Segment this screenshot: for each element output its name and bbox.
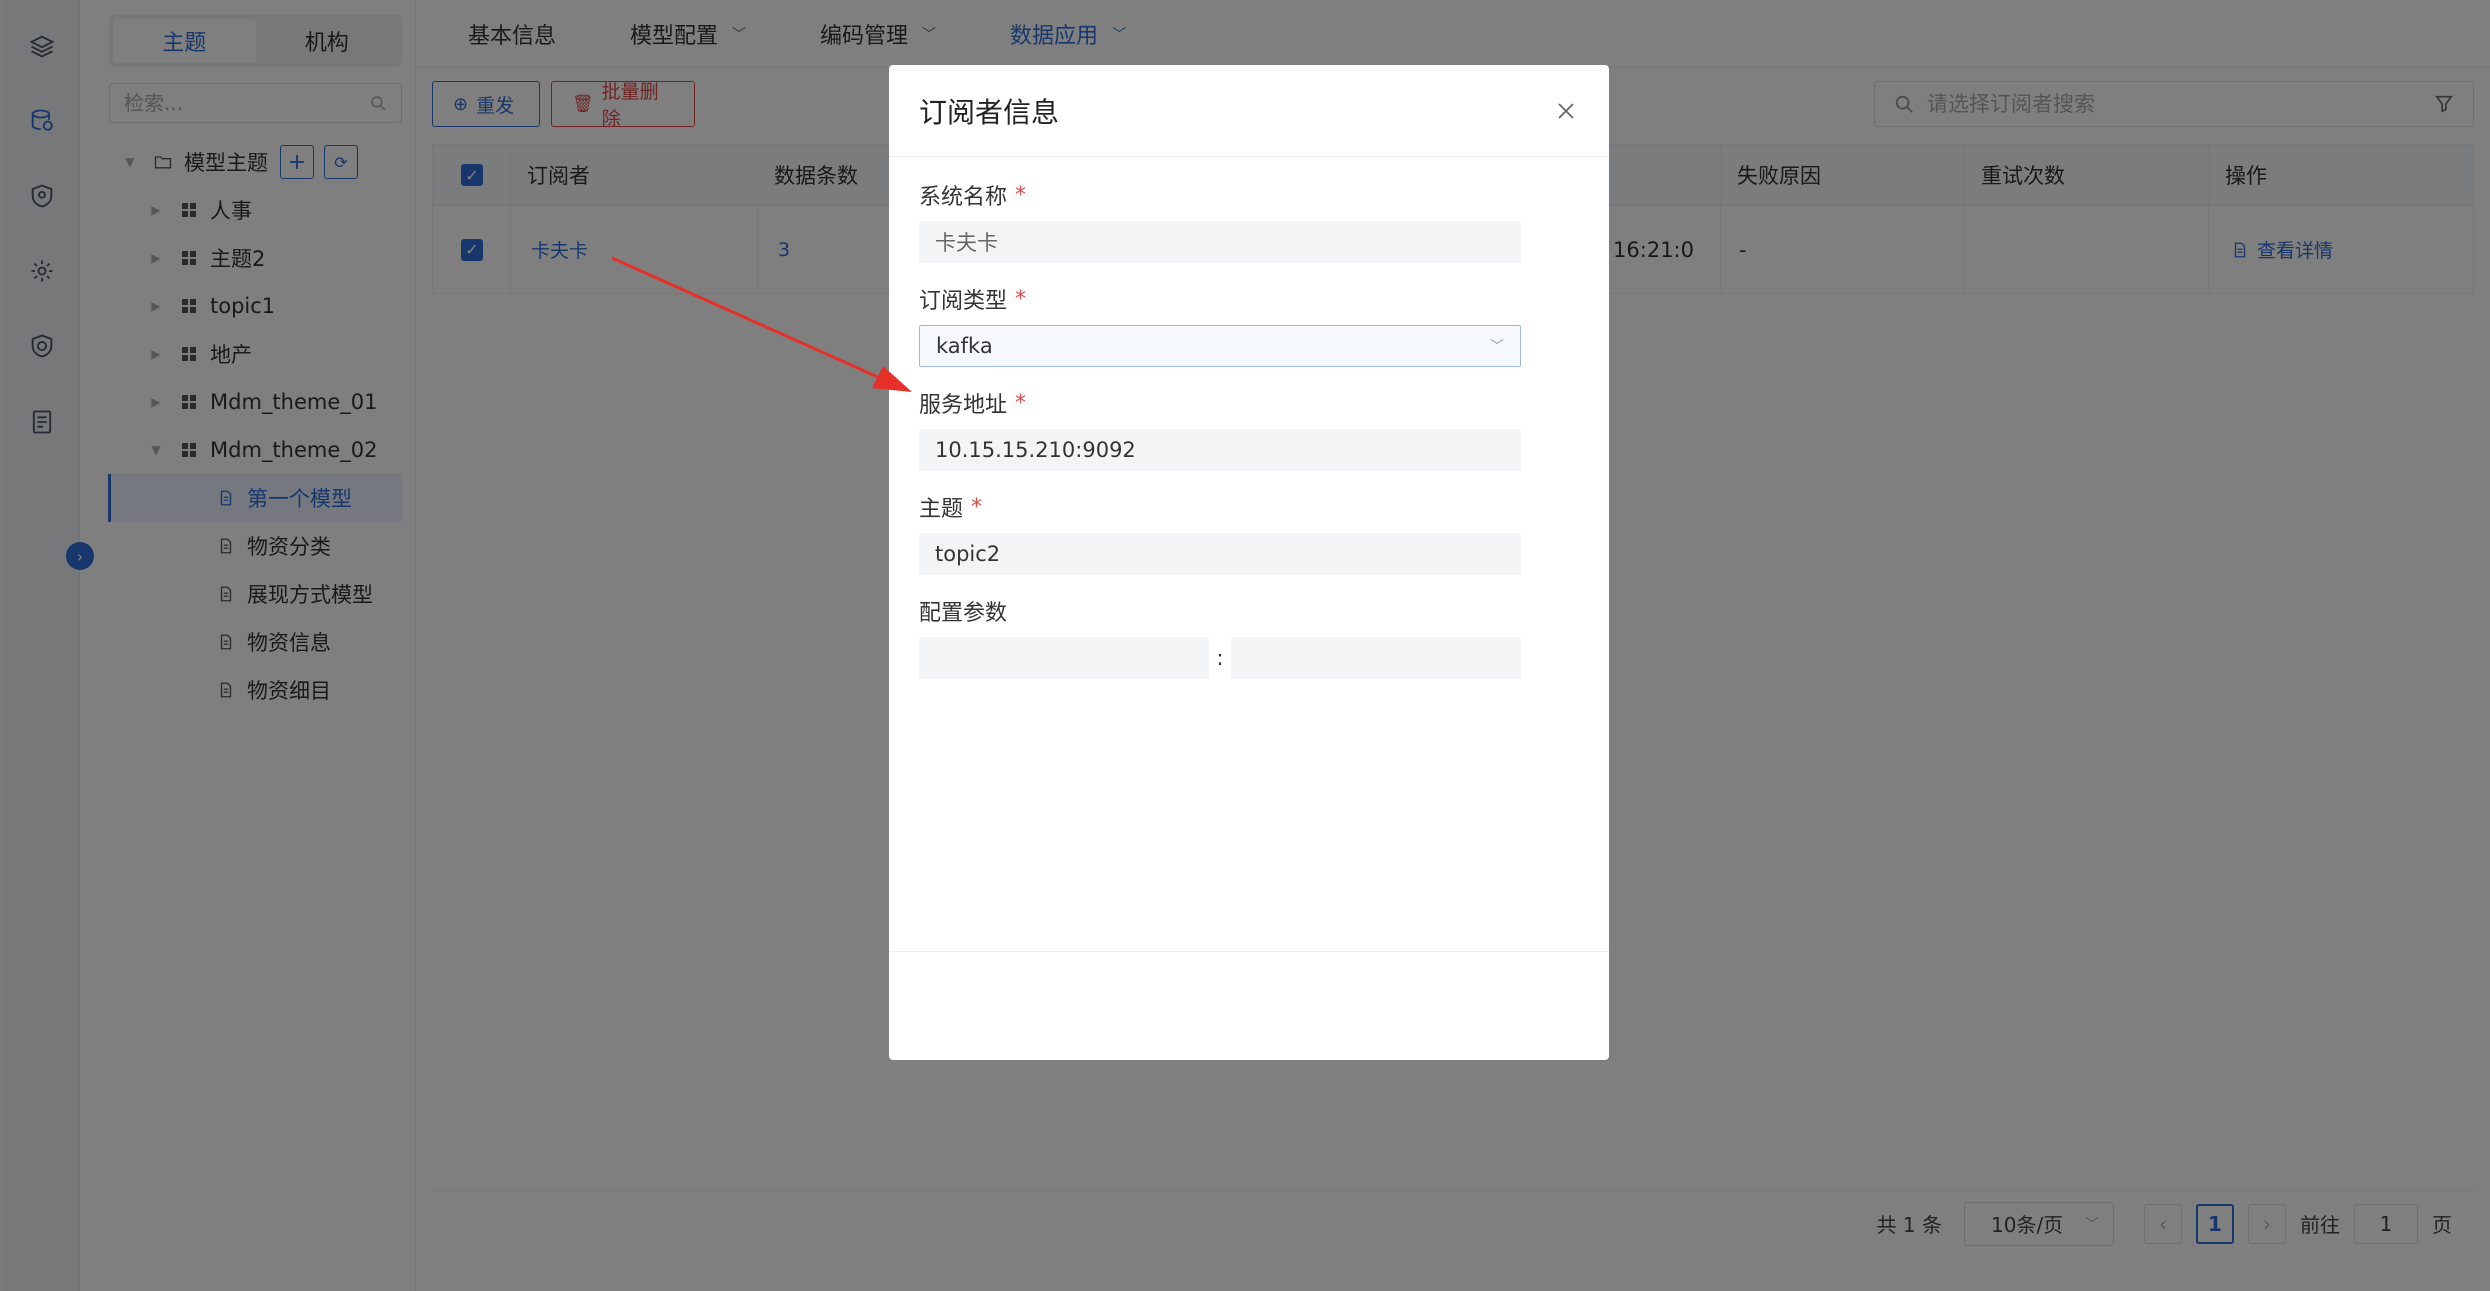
label-text: 系统名称 xyxy=(919,185,1008,210)
service-address-input[interactable]: 10.15.15.210:9092 xyxy=(919,429,1521,471)
close-icon[interactable] xyxy=(1551,96,1581,126)
dialog-title: 订阅者信息 xyxy=(919,95,1060,129)
dialog-footer xyxy=(889,951,1609,952)
system-name-input[interactable]: 卡夫卡 xyxy=(919,221,1521,263)
config-key-input[interactable] xyxy=(919,637,1209,679)
required-mark: * xyxy=(1015,286,1027,312)
label-text: 配置参数 xyxy=(919,601,1008,626)
field-label: 订阅类型 * xyxy=(919,283,1521,315)
label-text: 服务地址 xyxy=(919,393,1008,418)
required-mark: * xyxy=(1015,182,1027,208)
select-value: kafka xyxy=(936,334,993,358)
subscribe-type-select[interactable]: kafka ﹀ xyxy=(919,325,1521,367)
field-system-name: 系统名称 * 卡夫卡 xyxy=(919,179,1521,263)
field-subscribe-type: 订阅类型 * kafka ﹀ xyxy=(919,283,1521,367)
field-config-params: 配置参数 : xyxy=(919,595,1521,679)
topic-input[interactable]: topic2 xyxy=(919,533,1521,575)
required-mark: * xyxy=(971,494,983,520)
field-label: 主题 * xyxy=(919,491,1521,523)
label-text: 订阅类型 xyxy=(919,289,1008,314)
label-text: 主题 xyxy=(919,497,964,522)
chevron-down-icon: ﹀ xyxy=(1490,339,1504,355)
config-value-input[interactable] xyxy=(1231,637,1521,679)
kv-separator: : xyxy=(1216,646,1224,670)
field-label: 系统名称 * xyxy=(919,179,1521,211)
required-mark: * xyxy=(1015,390,1027,416)
field-label: 服务地址 * xyxy=(919,387,1521,419)
field-label: 配置参数 xyxy=(919,595,1521,627)
config-kv-row: : xyxy=(919,637,1521,679)
field-topic: 主题 * topic2 xyxy=(919,491,1521,575)
subscriber-info-dialog: 订阅者信息 系统名称 * 卡夫卡 订阅类型 * kafka ﹀ 服务地址 * 10.1… xyxy=(889,65,1609,1060)
field-service-address: 服务地址 * 10.15.15.210:9092 xyxy=(919,387,1521,471)
dialog-header: 订阅者信息 xyxy=(889,65,1609,157)
